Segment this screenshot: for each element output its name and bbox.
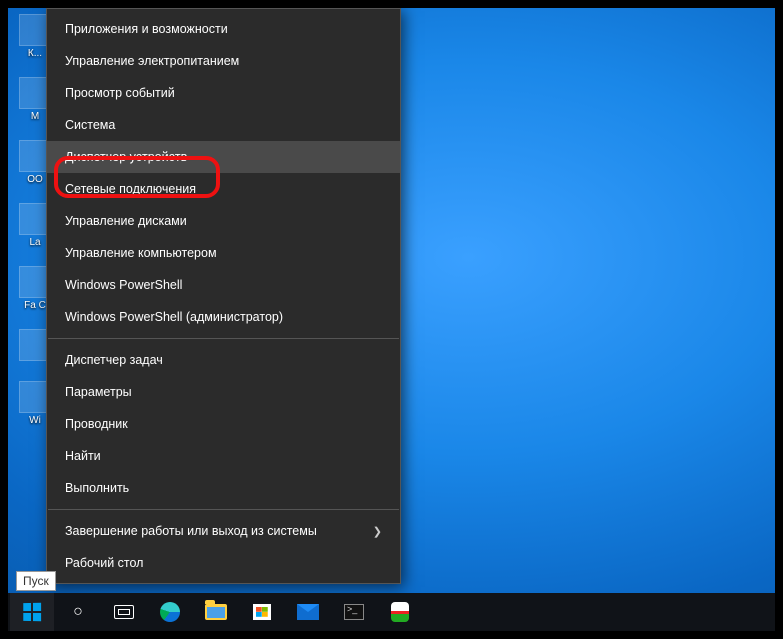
winx-menu-item[interactable]: Управление компьютером xyxy=(47,237,400,269)
winx-menu-item-label: Система xyxy=(65,118,115,132)
winx-menu-item-label: Диспетчер устройств xyxy=(65,150,187,164)
winx-menu-item[interactable]: Завершение работы или выход из системы ❯ xyxy=(47,515,400,547)
start-button[interactable] xyxy=(10,593,54,631)
winx-menu-item[interactable]: Рабочий стол xyxy=(47,547,400,579)
winx-menu-item-label: Выполнить xyxy=(65,481,129,495)
winx-menu-item-label: Управление электропитанием xyxy=(65,54,239,68)
chevron-right-icon: ❯ xyxy=(373,525,382,538)
windows-logo-icon xyxy=(23,603,41,621)
start-tooltip: Пуск xyxy=(16,571,56,591)
taskbar-app-generic[interactable] xyxy=(378,593,422,631)
taskbar-app-edge[interactable] xyxy=(148,593,192,631)
taskview-icon xyxy=(114,605,134,619)
edge-icon xyxy=(160,602,180,622)
search-button[interactable] xyxy=(56,593,100,631)
winx-menu-item-label: Приложения и возможности xyxy=(65,22,228,36)
winx-menu-item-label: Сетевые подключения xyxy=(65,182,196,196)
winx-menu-item[interactable]: Диспетчер устройств xyxy=(47,141,400,173)
taskview-button[interactable] xyxy=(102,593,146,631)
winx-menu-item-label: Управление компьютером xyxy=(65,246,217,260)
winx-menu-item[interactable]: Приложения и возможности xyxy=(47,13,400,45)
winx-menu-item[interactable]: Выполнить xyxy=(47,472,400,504)
winx-menu-item-label: Параметры xyxy=(65,385,132,399)
winx-menu-item[interactable]: Windows PowerShell xyxy=(47,269,400,301)
taskbar xyxy=(8,593,775,631)
winx-menu-item-label: Windows PowerShell xyxy=(65,278,182,292)
winx-menu-item-label: Рабочий стол xyxy=(65,556,143,570)
store-icon xyxy=(253,604,271,620)
winx-menu-item-label: Просмотр событий xyxy=(65,86,175,100)
terminal-icon xyxy=(344,604,364,620)
app-icon xyxy=(391,602,409,622)
desktop-frame: К... M OO La Fa C Wi Приложения и возмож… xyxy=(8,8,775,631)
winx-menu-item-label: Windows PowerShell (администратор) xyxy=(65,310,283,324)
taskbar-app-mail[interactable] xyxy=(286,593,330,631)
winx-menu-item-label: Диспетчер задач xyxy=(65,353,163,367)
winx-menu-item[interactable]: Параметры xyxy=(47,376,400,408)
taskbar-app-explorer[interactable] xyxy=(194,593,238,631)
menu-separator xyxy=(48,338,399,339)
winx-menu-item-label: Управление дисками xyxy=(65,214,187,228)
taskbar-app-cmd[interactable] xyxy=(332,593,376,631)
winx-menu-item[interactable]: Сетевые подключения xyxy=(47,173,400,205)
winx-menu-item-label: Найти xyxy=(65,449,101,463)
winx-menu-item[interactable]: Просмотр событий xyxy=(47,77,400,109)
menu-separator xyxy=(48,509,399,510)
taskbar-app-store[interactable] xyxy=(240,593,284,631)
winx-context-menu[interactable]: Приложения и возможности Управление элект… xyxy=(46,8,401,584)
winx-menu-item-label: Проводник xyxy=(65,417,128,431)
winx-menu-item[interactable]: Управление дисками xyxy=(47,205,400,237)
winx-menu-item[interactable]: Управление электропитанием xyxy=(47,45,400,77)
winx-menu-item[interactable]: Проводник xyxy=(47,408,400,440)
mail-icon xyxy=(297,604,319,620)
winx-menu-item-label: Завершение работы или выход из системы xyxy=(65,524,317,538)
search-icon xyxy=(73,603,83,621)
winx-menu-item[interactable]: Диспетчер задач xyxy=(47,344,400,376)
folder-icon xyxy=(205,604,227,620)
winx-menu-item[interactable]: Система xyxy=(47,109,400,141)
winx-menu-item[interactable]: Найти xyxy=(47,440,400,472)
winx-menu-item[interactable]: Windows PowerShell (администратор) xyxy=(47,301,400,333)
